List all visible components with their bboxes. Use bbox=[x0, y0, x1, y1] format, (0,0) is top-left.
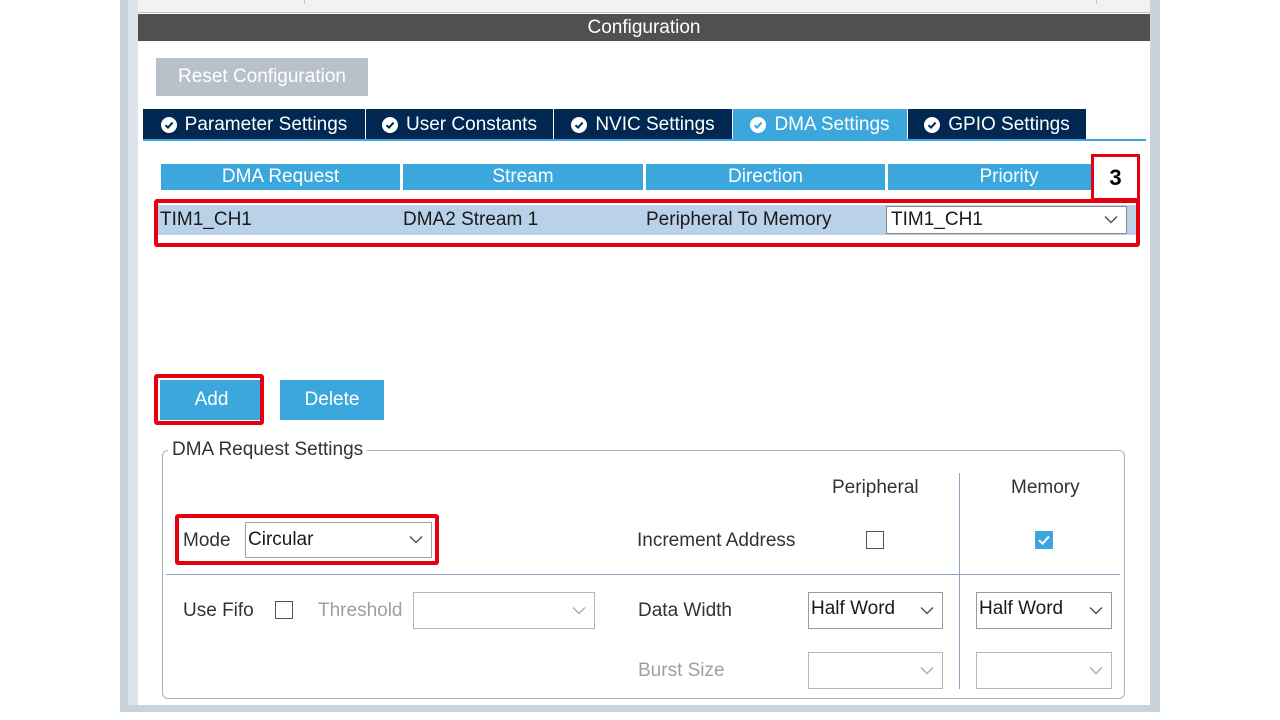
tab-user-constants[interactable]: User Constants bbox=[366, 109, 553, 140]
column-separator bbox=[959, 473, 960, 689]
chevron-down-icon bbox=[572, 606, 586, 615]
memory-data-width-value: Half Word bbox=[979, 598, 1064, 619]
highlight-dma-row bbox=[154, 199, 1140, 247]
increment-address-label: Increment Address bbox=[637, 530, 796, 551]
tab-label: Parameter Settings bbox=[184, 114, 348, 135]
burst-size-label: Burst Size bbox=[638, 660, 725, 681]
data-width-label: Data Width bbox=[638, 600, 732, 621]
memory-increment-checkbox[interactable] bbox=[1035, 531, 1053, 549]
configuration-header: Configuration bbox=[138, 14, 1150, 41]
threshold-label: Threshold bbox=[318, 600, 403, 621]
tab-underline bbox=[143, 139, 1146, 141]
tab-label: GPIO Settings bbox=[948, 114, 1070, 135]
top-table-strip bbox=[138, 0, 1150, 13]
tab-label: User Constants bbox=[406, 114, 537, 135]
peripheral-data-width-select[interactable]: Half Word bbox=[808, 592, 943, 629]
check-circle-icon bbox=[571, 116, 588, 133]
window-frame-left bbox=[120, 0, 128, 712]
chevron-down-icon bbox=[920, 666, 934, 675]
tab-label: DMA Settings bbox=[774, 114, 890, 135]
check-circle-icon bbox=[924, 116, 941, 133]
column-header-stream[interactable]: Stream bbox=[403, 164, 643, 190]
check-circle-icon bbox=[382, 116, 399, 133]
peripheral-increment-checkbox[interactable] bbox=[866, 531, 884, 549]
use-fifo-label: Use Fifo bbox=[183, 600, 254, 621]
threshold-select[interactable] bbox=[413, 592, 595, 629]
memory-data-width-select[interactable]: Half Word bbox=[976, 592, 1112, 629]
row-separator bbox=[166, 574, 1120, 575]
highlight-mode-select bbox=[175, 514, 439, 565]
tab-parameter-settings[interactable]: Parameter Settings bbox=[143, 109, 365, 140]
check-circle-icon bbox=[160, 116, 177, 133]
reset-configuration-button[interactable]: Reset Configuration bbox=[156, 58, 368, 96]
column-header-dma-request[interactable]: DMA Request bbox=[161, 164, 400, 190]
highlight-add-button bbox=[154, 374, 264, 425]
window-frame-right bbox=[1150, 0, 1160, 712]
tab-gpio-settings[interactable]: GPIO Settings bbox=[908, 109, 1086, 140]
chevron-down-icon bbox=[1089, 666, 1103, 675]
tab-label: NVIC Settings bbox=[595, 114, 715, 135]
column-header-direction[interactable]: Direction bbox=[646, 164, 885, 190]
tab-dma-settings[interactable]: DMA Settings bbox=[733, 109, 907, 140]
peripheral-header: Peripheral bbox=[832, 477, 919, 498]
use-fifo-checkbox[interactable] bbox=[275, 601, 293, 619]
step-badge: 3 bbox=[1091, 154, 1140, 201]
chevron-down-icon bbox=[920, 606, 934, 615]
delete-button[interactable]: Delete bbox=[280, 380, 384, 420]
check-icon bbox=[1038, 535, 1050, 546]
dma-request-settings-title: DMA Request Settings bbox=[168, 439, 368, 461]
configuration-title: Configuration bbox=[587, 17, 701, 38]
check-circle-icon bbox=[750, 116, 767, 133]
peripheral-burst-size-select[interactable] bbox=[808, 652, 943, 689]
tab-nvic-settings[interactable]: NVIC Settings bbox=[554, 109, 732, 140]
memory-burst-size-select[interactable] bbox=[976, 652, 1112, 689]
memory-header: Memory bbox=[1011, 477, 1080, 498]
chevron-down-icon bbox=[1089, 606, 1103, 615]
peripheral-data-width-value: Half Word bbox=[811, 598, 896, 619]
window-frame-bottom bbox=[120, 705, 1160, 712]
